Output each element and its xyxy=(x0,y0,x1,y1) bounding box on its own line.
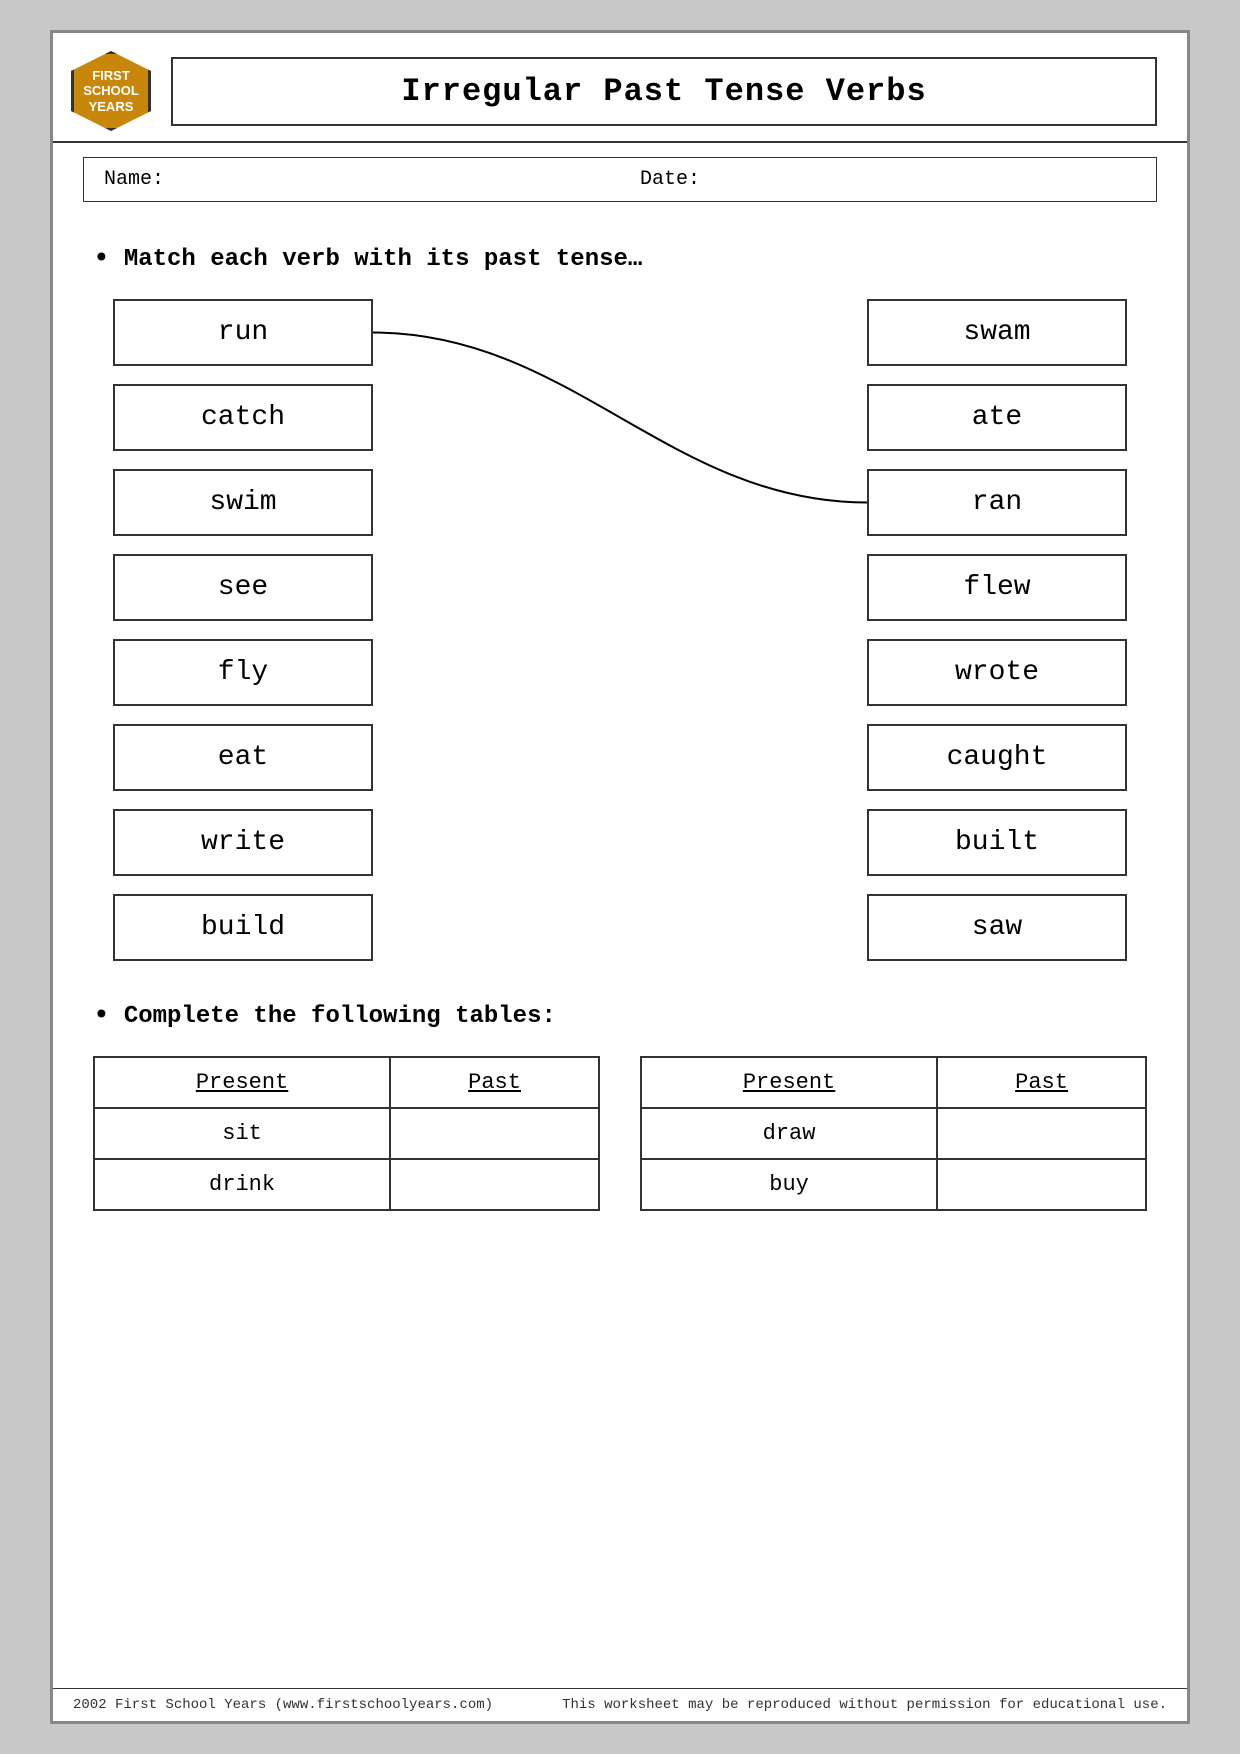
logo-line3: YEARS xyxy=(89,99,134,115)
right-verb-box: swam xyxy=(867,299,1127,366)
right-verb-box: built xyxy=(867,809,1127,876)
right-verb-box: saw xyxy=(867,894,1127,961)
right-verb-box: ate xyxy=(867,384,1127,451)
past-cell[interactable] xyxy=(390,1108,599,1159)
logo-line2: SCHOOL xyxy=(83,83,139,99)
footer: 2002 First School Years (www.firstschool… xyxy=(53,1688,1187,1721)
left-verb-box: fly xyxy=(113,639,373,706)
left-verb-box: catch xyxy=(113,384,373,451)
left-verb-box: swim xyxy=(113,469,373,536)
left-verb-box: write xyxy=(113,809,373,876)
table-row: draw xyxy=(641,1108,1146,1159)
table1-col1-header: Present xyxy=(94,1057,390,1108)
table-row: sit xyxy=(94,1108,599,1159)
date-label: Date: xyxy=(600,168,1136,191)
instruction2: • Complete the following tables: xyxy=(93,1001,1147,1032)
logo-line1: FIRST xyxy=(92,68,130,84)
present-cell: buy xyxy=(641,1159,937,1210)
table2-col1-header: Present xyxy=(641,1057,937,1108)
left-verb-box: build xyxy=(113,894,373,961)
bullet2: • xyxy=(93,1001,110,1032)
name-date-bar: Name: Date: xyxy=(83,157,1157,202)
tables-section: Present Past sitdrink Present Past xyxy=(93,1056,1147,1211)
right-column: swam ate ran flew wrote caught built saw xyxy=(867,299,1127,961)
worksheet-page: FIRST SCHOOL YEARS Irregular Past Tense … xyxy=(50,30,1190,1724)
bullet1: • xyxy=(93,244,110,275)
logo: FIRST SCHOOL YEARS xyxy=(71,51,151,131)
present-cell: drink xyxy=(94,1159,390,1210)
present-cell: draw xyxy=(641,1108,937,1159)
page-title: Irregular Past Tense Verbs xyxy=(171,57,1157,126)
present-cell: sit xyxy=(94,1108,390,1159)
name-label: Name: xyxy=(104,168,600,191)
footer-right: This worksheet may be reproduced without… xyxy=(562,1697,1167,1713)
right-verb-box: wrote xyxy=(867,639,1127,706)
right-verb-box: flew xyxy=(867,554,1127,621)
table2-container: Present Past drawbuy xyxy=(640,1056,1147,1211)
table-row: drink xyxy=(94,1159,599,1210)
header: FIRST SCHOOL YEARS Irregular Past Tense … xyxy=(53,33,1187,143)
content-area: • Match each verb with its past tense… r… xyxy=(53,216,1187,1231)
table1-col2-header: Past xyxy=(390,1057,599,1108)
right-verb-box: ran xyxy=(867,469,1127,536)
footer-left: 2002 First School Years (www.firstschool… xyxy=(73,1697,493,1713)
past-cell[interactable] xyxy=(937,1159,1146,1210)
past-cell[interactable] xyxy=(937,1108,1146,1159)
table1-container: Present Past sitdrink xyxy=(93,1056,600,1211)
left-column: run catch swim see fly eat write build xyxy=(113,299,373,961)
right-verb-box: caught xyxy=(867,724,1127,791)
left-verb-box: eat xyxy=(113,724,373,791)
past-cell[interactable] xyxy=(390,1159,599,1210)
instruction1: • Match each verb with its past tense… xyxy=(93,244,1147,275)
left-verb-box: run xyxy=(113,299,373,366)
matching-section: run catch swim see fly eat write build swam ate r… xyxy=(113,299,1127,961)
left-verb-box: see xyxy=(113,554,373,621)
table2: Present Past drawbuy xyxy=(640,1056,1147,1211)
table-row: buy xyxy=(641,1159,1146,1210)
table2-col2-header: Past xyxy=(937,1057,1146,1108)
table1: Present Past sitdrink xyxy=(93,1056,600,1211)
